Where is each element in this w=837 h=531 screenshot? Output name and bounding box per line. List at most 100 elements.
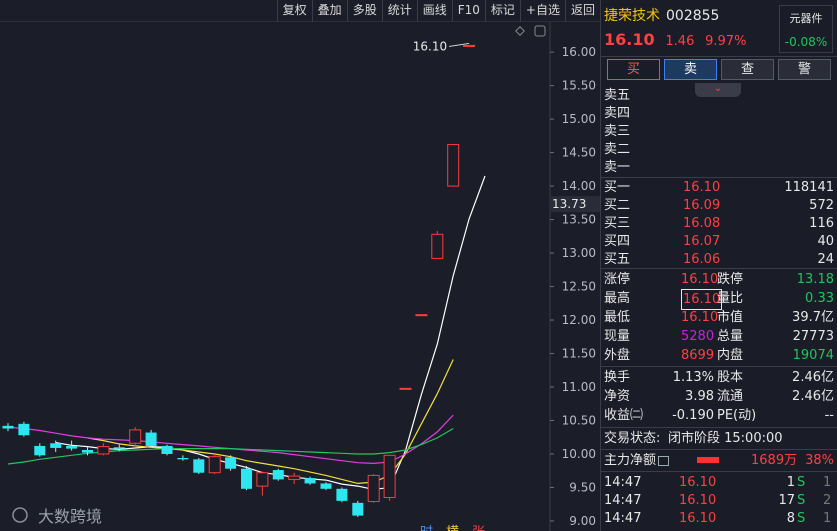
chart-toolbar: 复权 叠加 多股 统计 画线 F10 标记 +自选 返回 [0, 0, 600, 22]
candle [208, 453, 221, 475]
stat-value: 13.18 [796, 272, 834, 287]
candle-body [66, 445, 78, 449]
kline-chart[interactable]: 16.00 15.50 15.00 14.50 14.00 13.50 13.00 12.50… [0, 22, 600, 531]
candle [129, 427, 142, 446]
bottom-indicator-label[interactable]: 时 [420, 525, 433, 531]
ask-row: 卖一 [601, 158, 837, 177]
query-button[interactable]: 查 [721, 59, 774, 80]
toolbar-button-7[interactable]: +自选 [519, 0, 565, 22]
fundamental-row: 收益㈡ -0.190 PE(动) -- [601, 406, 837, 425]
candle-body [177, 457, 189, 460]
stat-label: 涨停 [604, 272, 631, 287]
ask-row: 卖三 [601, 122, 837, 141]
candle-body [145, 432, 157, 446]
stat-row: 现量 5280 总量 27773 [601, 327, 837, 346]
alert-button[interactable]: 警 [778, 59, 831, 80]
fundamental-value: 3.98 [685, 389, 714, 404]
fundamental-label: 净资 [604, 389, 631, 404]
bid-price: 16.07 [683, 234, 721, 249]
bid-price: 16.09 [683, 198, 721, 213]
ask-label: 卖一 [604, 160, 631, 175]
flow-bar [697, 457, 719, 463]
stat-label: 总量 [717, 329, 744, 344]
candle [225, 455, 237, 471]
tick-price: 16.10 [679, 475, 717, 490]
stat-value: 8699 [681, 348, 715, 363]
price-tick-label: 12.50 [562, 280, 596, 294]
stat-label: 内盘 [717, 348, 744, 363]
ask-row: 卖四 [601, 104, 837, 123]
kline-chart-canvas[interactable]: 16.00 15.50 15.00 14.50 14.00 13.50 13.00 12.50… [0, 22, 600, 531]
price-tick-label: 11.00 [562, 380, 596, 394]
candle-body [113, 447, 125, 449]
sector-box[interactable]: 元器件 -0.08% [779, 5, 833, 53]
candle-body [288, 475, 301, 480]
tick-price: 16.10 [679, 511, 717, 526]
trade-status-value: 闭市阶段 15:00:00 [668, 431, 783, 446]
bid-label: 买三 [604, 216, 631, 231]
toolbar-button-2[interactable]: 多股 [346, 0, 382, 22]
tick-time: 14:47 [604, 493, 642, 508]
bottom-indicator-label[interactable]: 横 [446, 525, 459, 531]
sector-name: 元器件 [789, 12, 823, 25]
main-flow-value: 1689万 [751, 453, 798, 468]
last-price: 16.10 [604, 30, 655, 49]
stat-label: 现量 [604, 329, 631, 344]
stat-value: 16.10 [681, 310, 719, 325]
price-tick-label: 13.00 [562, 246, 596, 260]
candle-body [18, 423, 30, 436]
ask-label: 卖四 [604, 106, 631, 121]
stock-code: 002855 [666, 8, 720, 24]
candle-body [463, 44, 476, 47]
toolbar-button-1[interactable]: 叠加 [311, 0, 347, 22]
price-tick-label: 13.50 [562, 213, 596, 227]
quote-panel: 捷荣技术 002855 16.10 1.46 9.97% 元器件 -0.08% 买… [600, 0, 837, 531]
tick-count: 2 [823, 493, 832, 508]
tick-row: 14:47 16.10 8 S 1 [601, 509, 837, 528]
toolbar-button-0[interactable]: 复权 [276, 0, 312, 22]
candle-body [272, 470, 284, 480]
stat-value: 0.33 [805, 291, 834, 306]
candle [18, 421, 30, 437]
toolbar-button-4[interactable]: 画线 [416, 0, 452, 22]
toolbar-button-8[interactable]: 返回 [564, 0, 600, 22]
candle-body [225, 457, 237, 469]
ask-label: 卖五 [604, 88, 631, 103]
main-flow-row[interactable]: 主力净额 1689万 38% [601, 451, 837, 470]
stat-value: 16.10 [681, 272, 719, 287]
fundamental-row: 净资 3.98 流通 2.46亿 [601, 387, 837, 406]
candle-body [256, 472, 269, 487]
trade-status-row: 交易状态: 闭市阶段 15:00:00 [601, 429, 837, 448]
watermark-logo-icon [12, 507, 28, 523]
ask-row: 卖二 [601, 140, 837, 159]
price-tick-label: 11.50 [562, 347, 596, 361]
toolbar-button-3[interactable]: 统计 [381, 0, 417, 22]
candle [399, 387, 412, 390]
divider [601, 471, 837, 472]
stat-value: 27773 [792, 329, 834, 344]
list-icon [658, 455, 670, 466]
candle [463, 44, 476, 47]
candle-body [431, 233, 444, 259]
candle [145, 429, 157, 448]
divider [601, 449, 837, 450]
sell-button[interactable]: 卖 [664, 59, 717, 80]
tick-time: 14:47 [604, 475, 642, 490]
candle [431, 230, 444, 259]
candle [177, 455, 189, 461]
bottom-indicator-label[interactable]: 张 [472, 525, 485, 531]
candle-body [208, 456, 221, 474]
fundamental-label: 流通 [717, 389, 744, 404]
bid-label: 买五 [604, 252, 631, 267]
price-change: 1.46 [665, 34, 695, 49]
bid-label: 买一 [604, 180, 631, 195]
fundamental-value: -0.190 [672, 408, 714, 423]
buy-button[interactable]: 买 [607, 59, 660, 80]
ask-label: 卖三 [604, 124, 631, 139]
expand-icon[interactable] [534, 25, 546, 37]
toolbar-button-6[interactable]: 标记 [484, 0, 520, 22]
stat-label: 最高 [604, 291, 631, 306]
diamond-icon[interactable] [515, 26, 525, 36]
toolbar-button-5[interactable]: F10 [451, 0, 485, 22]
bid-label: 买四 [604, 234, 631, 249]
